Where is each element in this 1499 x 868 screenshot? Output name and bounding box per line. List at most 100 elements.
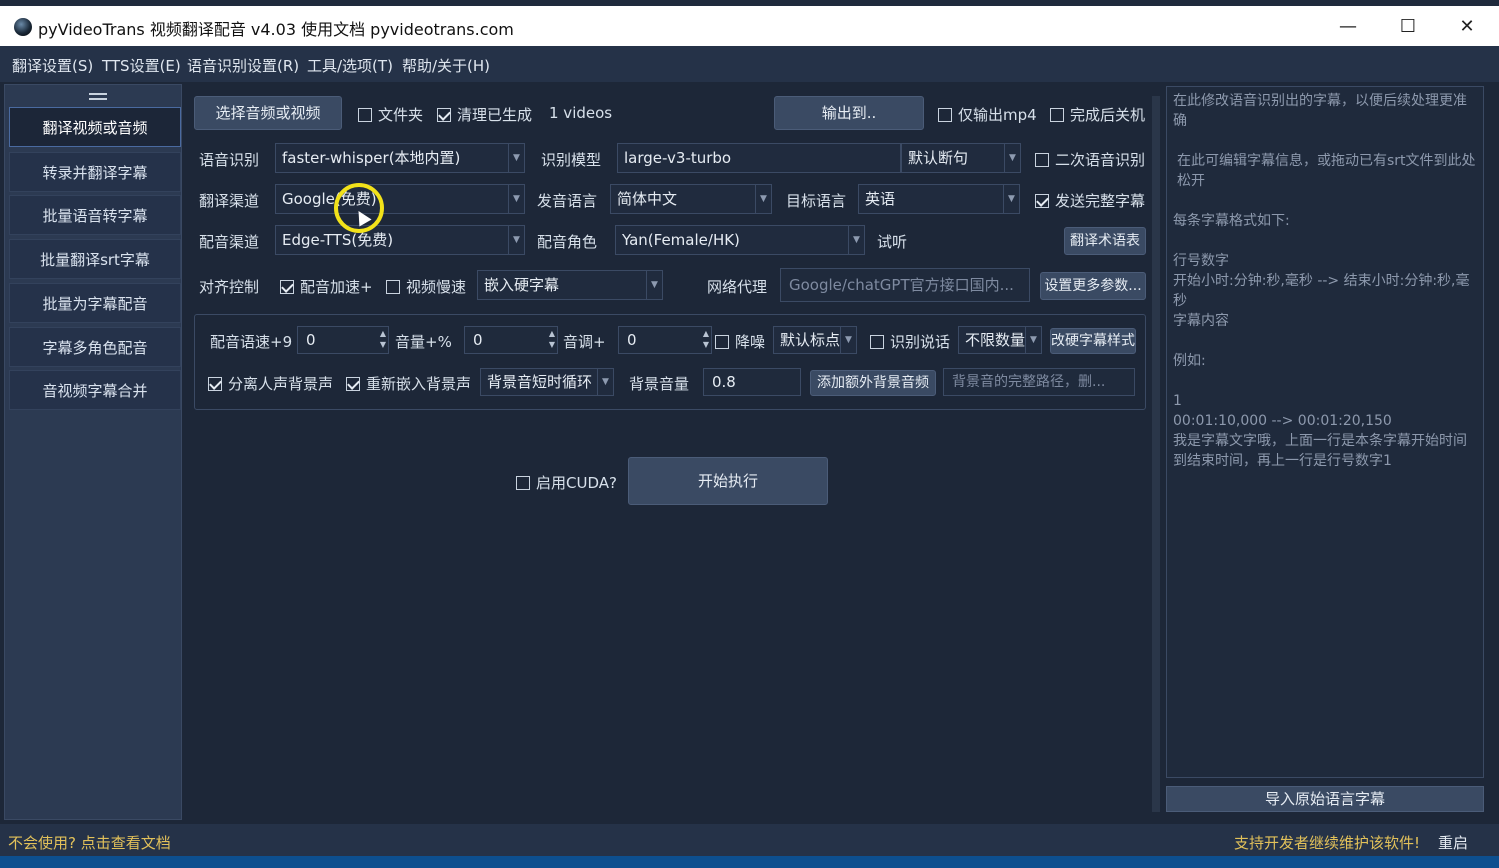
minimize-button[interactable]: — xyxy=(1328,12,1368,42)
glossary-button[interactable]: 翻译术语表 xyxy=(1064,227,1146,255)
second-asr-checkbox-box[interactable] xyxy=(1035,153,1049,167)
speaker-count-select[interactable]: 不限数量 ▼ xyxy=(958,326,1042,354)
nav-multi-role-dub[interactable]: 字幕多角色配音 xyxy=(9,327,181,367)
nav-translate-video[interactable]: 翻译视频或音频 xyxy=(9,107,181,147)
asr-model-select[interactable]: large-v3-turbo xyxy=(617,143,901,173)
source-language-value: 简体中文 xyxy=(617,190,678,208)
punct-select[interactable]: 默认标点 ▼ xyxy=(773,326,857,354)
help-docs-link[interactable]: 不会使用? 点击查看文档 xyxy=(8,832,171,853)
denoise-checkbox[interactable]: 降噪 xyxy=(715,331,765,352)
maximize-button[interactable]: ☐ xyxy=(1388,12,1428,42)
only-mp4-label: 仅输出mp4 xyxy=(958,106,1037,124)
chevron-down-icon: ▼ xyxy=(1003,185,1019,213)
folder-checkbox-box[interactable] xyxy=(358,108,372,122)
editor-hint-line: 00:01:10,000 --> 00:01:20,150 xyxy=(1173,413,1392,429)
separate-vocals-label: 分离人声背景声 xyxy=(228,375,334,393)
bg-loop-select[interactable]: 背景音短时循环 ▼ xyxy=(480,368,614,396)
speaker-recognition-checkbox[interactable]: 识别说话 xyxy=(870,331,950,352)
import-subtitle-button[interactable]: 导入原始语言字幕 xyxy=(1166,786,1484,812)
cuda-box[interactable] xyxy=(516,476,530,490)
editor-hint-line xyxy=(1173,231,1477,251)
shutdown-checkbox-box[interactable] xyxy=(1050,108,1064,122)
speaker-recognition-box[interactable] xyxy=(870,335,884,349)
support-developer-link[interactable]: 支持开发者继续维护该软件! xyxy=(1234,832,1420,853)
folder-checkbox[interactable]: 文件夹 xyxy=(358,104,423,125)
dub-speedup-box[interactable] xyxy=(280,280,294,294)
menu-translate-settings[interactable]: 翻译设置(S) xyxy=(12,55,93,76)
volume-stepper[interactable]: 0 ▲ ▼ xyxy=(464,326,558,354)
target-language-label: 目标语言 xyxy=(786,192,847,210)
chevron-down-icon: ▼ xyxy=(755,185,771,213)
bg-path-input[interactable]: 背景音的完整路径，删... xyxy=(943,368,1135,396)
splitter-handle[interactable] xyxy=(1152,96,1160,812)
cleanup-checkbox-label: 清理已生成 xyxy=(457,106,533,124)
video-slow-checkbox[interactable]: 视频慢速 xyxy=(386,276,466,297)
dub-speedup-checkbox[interactable]: 配音加速+ xyxy=(280,276,373,297)
translate-channel-label: 翻译渠道 xyxy=(199,192,260,210)
only-mp4-checkbox[interactable]: 仅输出mp4 xyxy=(938,104,1037,125)
video-slow-box[interactable] xyxy=(386,280,400,294)
dub-channel-select[interactable]: Edge-TTS(免费) ▼ xyxy=(275,225,525,255)
cuda-checkbox[interactable]: 启用CUDA? xyxy=(516,472,617,493)
send-full-subtitle-checkbox[interactable]: 发送完整字幕 xyxy=(1035,190,1145,211)
pitch-stepper[interactable]: 0 ▲ ▼ xyxy=(618,326,712,354)
subtitle-editor[interactable]: 在此修改语音识别出的字幕，以便后续处理更准确 在此可编辑字幕信息，或拖动已有sr… xyxy=(1166,86,1484,778)
drag-handle-icon[interactable] xyxy=(89,93,107,100)
cleanup-checkbox[interactable]: 清理已生成 xyxy=(437,104,532,125)
target-language-select[interactable]: 英语 ▼ xyxy=(858,184,1020,214)
chevron-down-icon: ▼ xyxy=(508,144,524,172)
send-full-subtitle-box[interactable] xyxy=(1035,194,1049,208)
bg-volume-input[interactable]: 0.8 xyxy=(703,368,801,396)
select-media-button[interactable]: 选择音频或视频 xyxy=(194,96,342,130)
output-to-button[interactable]: 输出到.. xyxy=(774,96,924,130)
asr-model-label: 识别模型 xyxy=(541,151,602,169)
restart-button[interactable]: 重启 xyxy=(1438,832,1468,853)
translate-channel-select[interactable]: Google(免费) ▼ xyxy=(275,184,525,214)
asr-label: 语音识别 xyxy=(199,151,260,169)
denoise-box[interactable] xyxy=(715,335,729,349)
left-nav: 翻译视频或音频 转录并翻译字幕 批量语音转字幕 批量翻译srt字幕 批量为字幕配… xyxy=(4,84,182,820)
menu-tools[interactable]: 工具/选项(T) xyxy=(307,55,393,76)
punct-value: 默认标点 xyxy=(780,331,841,349)
nav-merge-av-subtitle[interactable]: 音视频字幕合并 xyxy=(9,370,181,410)
reembed-bg-checkbox[interactable]: 重新嵌入背景声 xyxy=(346,373,471,394)
chevron-down-icon: ▼ xyxy=(1025,327,1041,353)
stepper-arrows-icon[interactable]: ▲ ▼ xyxy=(380,328,386,350)
cleanup-checkbox-box[interactable] xyxy=(437,108,451,122)
editor-hint-line: 例如: xyxy=(1173,353,1206,369)
menu-help[interactable]: 帮助/关于(H) xyxy=(402,55,490,76)
add-bg-audio-button[interactable]: 添加额外背景音频 xyxy=(810,370,936,396)
asr-engine-select[interactable]: faster-whisper(本地内置) ▼ xyxy=(275,143,525,173)
stepper-arrows-icon[interactable]: ▲ ▼ xyxy=(549,328,555,350)
listen-link[interactable]: 试听 xyxy=(877,231,907,252)
nav-batch-asr[interactable]: 批量语音转字幕 xyxy=(9,195,181,235)
reembed-bg-box[interactable] xyxy=(346,377,360,391)
menu-bar: 翻译设置(S) TTS设置(E) 语音识别设置(R) 工具/选项(T) 帮助/关… xyxy=(0,46,1499,82)
editor-hint-line xyxy=(1173,331,1477,351)
hard-subtitle-style-button[interactable]: 改硬字幕样式 xyxy=(1050,328,1136,354)
speaker-recognition-label: 识别说话 xyxy=(890,333,951,351)
rate-stepper[interactable]: 0 ▲ ▼ xyxy=(297,326,389,354)
subtitle-mode-select[interactable]: 嵌入硬字幕 ▼ xyxy=(477,270,663,300)
shutdown-checkbox[interactable]: 完成后关机 xyxy=(1050,104,1145,125)
pitch-label: 音调+ xyxy=(563,333,606,351)
split-mode-select[interactable]: 默认断句 ▼ xyxy=(901,143,1021,173)
second-asr-checkbox[interactable]: 二次语音识别 xyxy=(1035,149,1145,170)
separate-vocals-checkbox[interactable]: 分离人声背景声 xyxy=(208,373,333,394)
start-button[interactable]: 开始执行 xyxy=(628,457,828,505)
menu-tts-settings[interactable]: TTS设置(E) xyxy=(102,55,181,76)
close-button[interactable]: ✕ xyxy=(1447,12,1487,42)
subtitle-mode-value: 嵌入硬字幕 xyxy=(484,276,560,294)
separate-vocals-box[interactable] xyxy=(208,377,222,391)
dub-role-select[interactable]: Yan(Female/HK) ▼ xyxy=(615,225,865,255)
target-language-value: 英语 xyxy=(865,190,896,208)
only-mp4-checkbox-box[interactable] xyxy=(938,108,952,122)
source-language-select[interactable]: 简体中文 ▼ xyxy=(610,184,772,214)
nav-batch-translate-srt[interactable]: 批量翻译srt字幕 xyxy=(9,239,181,279)
menu-asr-settings[interactable]: 语音识别设置(R) xyxy=(187,55,299,76)
more-params-button[interactable]: 设置更多参数... xyxy=(1040,272,1146,300)
stepper-arrows-icon[interactable]: ▲ ▼ xyxy=(703,328,709,350)
nav-batch-dub[interactable]: 批量为字幕配音 xyxy=(9,283,181,323)
nav-transcribe-translate[interactable]: 转录并翻译字幕 xyxy=(9,152,181,192)
proxy-input[interactable]: Google/chatGPT官方接口国内... xyxy=(780,268,1030,302)
